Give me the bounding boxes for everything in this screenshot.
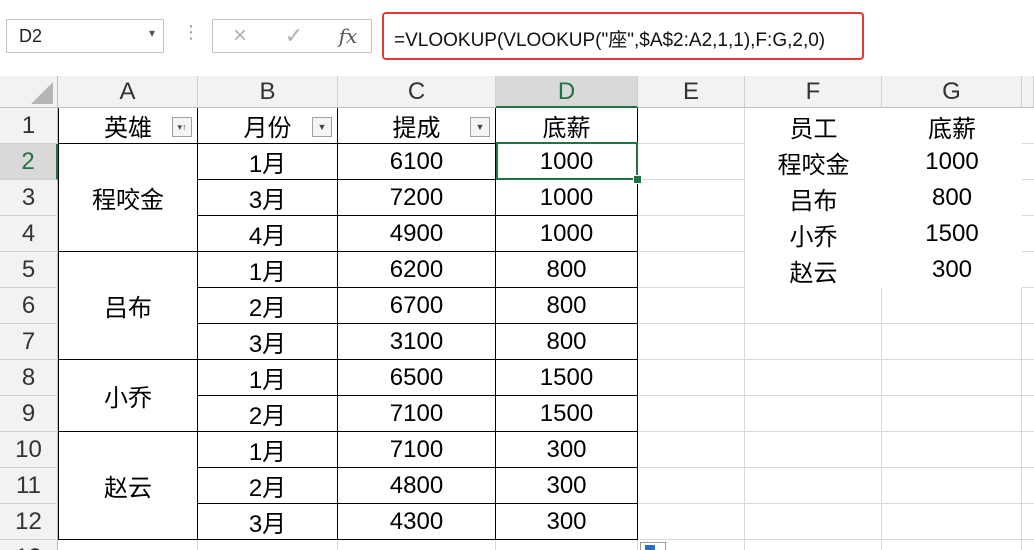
formula-input[interactable]: =VLOOKUP(VLOOKUP("座",$A$2:A2,1,1),F:G,2,… bbox=[382, 12, 864, 60]
worksheet-grid[interactable]: ABCDEFG 12345678910111213 英雄月份提成底薪▾↑▼▼程咬… bbox=[0, 76, 1034, 550]
commission-cell[interactable]: 7100 bbox=[338, 396, 496, 432]
commission-cell[interactable]: 3100 bbox=[338, 324, 496, 360]
row-header-4[interactable]: 4 bbox=[0, 216, 58, 252]
chevron-down-icon[interactable]: ▾ bbox=[149, 26, 155, 40]
fill-handle[interactable] bbox=[633, 175, 642, 184]
commission-cell[interactable]: 4300 bbox=[338, 504, 496, 540]
column-header-e[interactable]: E bbox=[638, 76, 745, 108]
month-cell[interactable]: 3月 bbox=[198, 180, 338, 216]
lookup-salary-cell[interactable]: 800 bbox=[882, 180, 1022, 216]
merged-hero-cell[interactable]: 小乔 bbox=[58, 360, 198, 432]
month-cell[interactable]: 2月 bbox=[198, 396, 338, 432]
filter-dropdown-icon[interactable]: ▼ bbox=[312, 117, 332, 137]
row-header-1[interactable]: 1 bbox=[0, 108, 58, 144]
lookup-salary-cell[interactable]: 1500 bbox=[882, 216, 1022, 252]
commission-cell[interactable]: 6100 bbox=[338, 144, 496, 180]
base-salary-cell[interactable]: 800 bbox=[496, 252, 638, 288]
column-header-f[interactable]: F bbox=[745, 76, 882, 108]
insert-function-icon[interactable]: fx bbox=[331, 22, 365, 50]
column-header-c[interactable]: C bbox=[338, 76, 496, 108]
lookup-employee-cell[interactable]: 赵云 bbox=[745, 252, 882, 288]
merged-hero-cell[interactable]: 程咬金 bbox=[58, 144, 198, 252]
name-box-value: D2 bbox=[19, 26, 43, 46]
month-cell[interactable]: 1月 bbox=[198, 360, 338, 396]
commission-cell[interactable]: 6200 bbox=[338, 252, 496, 288]
row-header-8[interactable]: 8 bbox=[0, 360, 58, 396]
base-salary-cell[interactable]: 800 bbox=[496, 324, 638, 360]
cancel-icon[interactable]: × bbox=[223, 22, 257, 50]
name-box[interactable]: D2 ▾ bbox=[6, 19, 164, 53]
column-header-h[interactable] bbox=[1022, 76, 1034, 108]
lookup-salary-cell[interactable]: 300 bbox=[882, 252, 1022, 288]
commission-cell[interactable]: 7100 bbox=[338, 432, 496, 468]
lookup-employee-cell[interactable]: 小乔 bbox=[745, 216, 882, 252]
column-header-d[interactable]: D bbox=[496, 76, 638, 108]
base-salary-cell[interactable]: 800 bbox=[496, 288, 638, 324]
enter-check-icon[interactable]: ✓ bbox=[277, 22, 311, 50]
row-header-5[interactable]: 5 bbox=[0, 252, 58, 288]
base-salary-cell[interactable]: 1000 bbox=[496, 216, 638, 252]
row-header-13[interactable]: 13 bbox=[0, 540, 58, 550]
header-cell-base-salary[interactable]: 底薪 bbox=[496, 108, 638, 144]
formula-buttons: × ✓ fx bbox=[212, 19, 372, 53]
row-header-10[interactable]: 10 bbox=[0, 432, 58, 468]
lookup-employee-cell[interactable]: 程咬金 bbox=[745, 144, 882, 180]
column-header-a[interactable]: A bbox=[58, 76, 198, 108]
row-header-12[interactable]: 12 bbox=[0, 504, 58, 540]
lookup-header-employee[interactable]: 员工 bbox=[745, 108, 882, 144]
row-header-9[interactable]: 9 bbox=[0, 396, 58, 432]
commission-cell[interactable]: 4800 bbox=[338, 468, 496, 504]
base-salary-cell[interactable]: 300 bbox=[496, 468, 638, 504]
select-all-button[interactable] bbox=[0, 76, 58, 108]
grip-dots-icon[interactable]: ⋮ bbox=[182, 22, 200, 43]
row-header-11[interactable]: 11 bbox=[0, 468, 58, 504]
base-salary-cell[interactable]: 1500 bbox=[496, 396, 638, 432]
base-salary-cell[interactable]: 1000 bbox=[496, 144, 638, 180]
row-header-2[interactable]: 2 bbox=[0, 144, 58, 180]
select-all-triangle-icon bbox=[31, 82, 53, 104]
month-cell[interactable]: 2月 bbox=[198, 468, 338, 504]
commission-cell[interactable]: 6700 bbox=[338, 288, 496, 324]
month-cell[interactable]: 3月 bbox=[198, 504, 338, 540]
commission-cell[interactable]: 7200 bbox=[338, 180, 496, 216]
base-salary-cell[interactable]: 1000 bbox=[496, 180, 638, 216]
commission-cell[interactable]: 4900 bbox=[338, 216, 496, 252]
column-header-b[interactable]: B bbox=[198, 76, 338, 108]
month-cell[interactable]: 1月 bbox=[198, 252, 338, 288]
formula-text: =VLOOKUP(VLOOKUP("座",$A$2:A2,1,1),F:G,2,… bbox=[394, 30, 826, 51]
month-cell[interactable]: 1月 bbox=[198, 432, 338, 468]
month-cell[interactable]: 4月 bbox=[198, 216, 338, 252]
row-header-7[interactable]: 7 bbox=[0, 324, 58, 360]
quick-analysis-icon bbox=[645, 545, 655, 550]
commission-cell[interactable]: 6500 bbox=[338, 360, 496, 396]
lookup-header-base-salary[interactable]: 底薪 bbox=[882, 108, 1022, 144]
lookup-salary-cell[interactable]: 1000 bbox=[882, 144, 1022, 180]
merged-hero-cell[interactable]: 赵云 bbox=[58, 432, 198, 540]
row-header-6[interactable]: 6 bbox=[0, 288, 58, 324]
row-header-3[interactable]: 3 bbox=[0, 180, 58, 216]
column-header-g[interactable]: G bbox=[882, 76, 1022, 108]
filter-dropdown-icon[interactable]: ▼ bbox=[470, 117, 490, 137]
lookup-employee-cell[interactable]: 吕布 bbox=[745, 180, 882, 216]
base-salary-cell[interactable]: 300 bbox=[496, 432, 638, 468]
merged-hero-cell[interactable]: 吕布 bbox=[58, 252, 198, 360]
formula-bar: D2 ▾ ⋮ × ✓ fx =VLOOKUP(VLOOKUP("座",$A$2:… bbox=[0, 0, 1034, 77]
month-cell[interactable]: 3月 bbox=[198, 324, 338, 360]
base-salary-cell[interactable]: 300 bbox=[496, 504, 638, 540]
base-salary-cell[interactable]: 1500 bbox=[496, 360, 638, 396]
filter-dropdown-icon[interactable]: ▾↑ bbox=[172, 117, 192, 137]
quick-analysis-button[interactable] bbox=[640, 542, 666, 550]
month-cell[interactable]: 2月 bbox=[198, 288, 338, 324]
month-cell[interactable]: 1月 bbox=[198, 144, 338, 180]
